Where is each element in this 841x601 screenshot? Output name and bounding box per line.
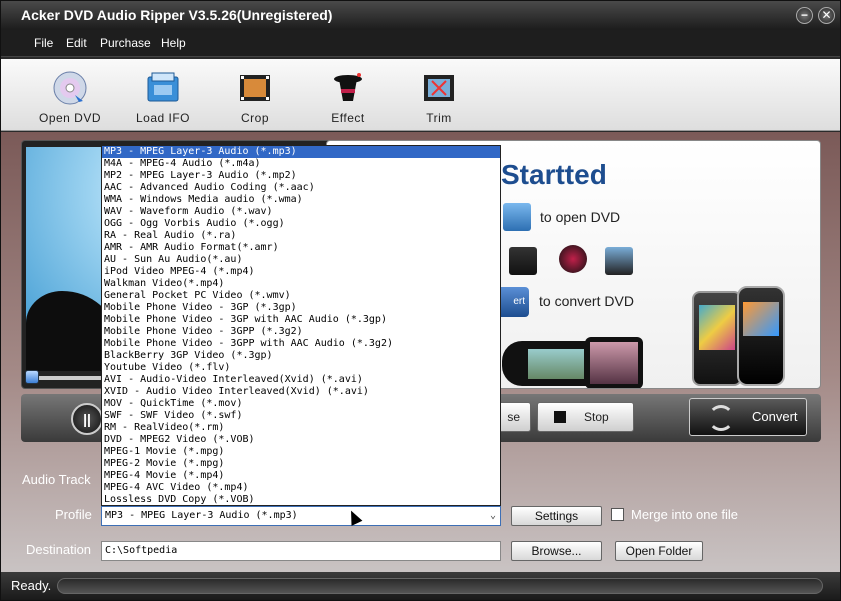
profile-option[interactable]: MP2 - MPEG Layer-3 Audio (*.mp2) xyxy=(102,170,500,182)
open-dvd-button[interactable]: Open DVD xyxy=(30,59,110,131)
profile-option[interactable]: MP3 - MPEG Layer-3 Audio (*.mp3) xyxy=(102,146,500,158)
crop-button[interactable]: Crop xyxy=(215,59,295,131)
settings-button[interactable]: Settings xyxy=(511,506,602,526)
profile-option[interactable]: AVI - Audio-Video Interleaved(Xvid) (*.a… xyxy=(102,374,500,386)
profile-option[interactable]: MPEG-4 AVC Video (*.mp4) xyxy=(102,482,500,494)
toolbar: Open DVD Load IFO Crop Effect Trim xyxy=(1,59,840,131)
profile-option[interactable]: M4A - MPEG-4 Audio (*.m4a) xyxy=(102,158,500,170)
open-dvd-label: Open DVD xyxy=(38,111,102,125)
profile-option[interactable]: AAC - Advanced Audio Coding (*.aac) xyxy=(102,182,500,194)
convert-label: Convert xyxy=(752,409,798,424)
getting-started-title: Startted xyxy=(501,159,607,190)
progress-bar xyxy=(57,578,823,594)
destination-label: Destination xyxy=(26,542,92,557)
profile-option[interactable]: AU - Sun Au Audio(*.au) xyxy=(102,254,500,266)
profile-option[interactable]: WMA - Windows Media audio (*.wma) xyxy=(102,194,500,206)
trim-button[interactable]: Trim xyxy=(399,59,479,131)
profile-option[interactable]: BlackBerry 3GP Video (*.3gp) xyxy=(102,350,500,362)
profile-selected-value: MP3 - MPEG Layer-3 Audio (*.mp3) xyxy=(105,510,298,521)
dvd-disc-icon xyxy=(51,69,89,107)
minimize-button[interactable]: − xyxy=(796,7,813,24)
profile-option[interactable]: WAV - Waveform Audio (*.wav) xyxy=(102,206,500,218)
close-button[interactable]: ✕ xyxy=(818,7,835,24)
app-window: Acker DVD Audio Ripper V3.5.26(Unregiste… xyxy=(0,0,841,601)
browse-button[interactable]: Browse... xyxy=(511,541,602,561)
merge-label: Merge into one file xyxy=(631,507,738,522)
stop-icon xyxy=(554,411,566,423)
film-crop-icon xyxy=(236,69,274,107)
destination-input[interactable]: C:\Softpedia xyxy=(101,541,501,561)
merge-checkbox[interactable] xyxy=(611,508,624,521)
stop-label: Stop xyxy=(584,410,609,424)
effect-button[interactable]: Effect xyxy=(308,59,388,131)
audio-track-label: Audio Track xyxy=(22,472,91,487)
magic-hat-icon xyxy=(559,245,587,273)
profile-option[interactable]: Mobile Phone Video - 3GP (*.3gp) xyxy=(102,302,500,314)
film-scissors-icon xyxy=(605,247,633,275)
status-bar: Ready. xyxy=(1,572,840,600)
profile-option[interactable]: Mobile Phone Video - 3GP with AAC Audio … xyxy=(102,314,500,326)
window-title: Acker DVD Audio Ripper V3.5.26(Unregiste… xyxy=(21,7,333,23)
profile-option[interactable]: Walkman Video(*.mp4) xyxy=(102,278,500,290)
profile-option[interactable]: Mobile Phone Video - 3GPP with AAC Audio… xyxy=(102,338,500,350)
menu-edit[interactable]: Edit xyxy=(66,36,87,50)
open-folder-button[interactable]: Open Folder xyxy=(615,541,703,561)
menu-purchase[interactable]: Purchase xyxy=(100,36,151,50)
title-bar[interactable]: Acker DVD Audio Ripper V3.5.26(Unregiste… xyxy=(1,1,840,30)
profile-option[interactable]: Mobile Phone Video - 3GPP (*.3g2) xyxy=(102,326,500,338)
status-text: Ready. xyxy=(11,578,52,593)
seek-track[interactable] xyxy=(29,376,109,380)
profile-option[interactable]: MOV - QuickTime (*.mov) xyxy=(102,398,500,410)
chevron-down-icon[interactable]: ⌄ xyxy=(490,507,496,525)
film-scissors-icon xyxy=(420,69,458,107)
ipod-device-image xyxy=(585,337,643,388)
profile-option[interactable]: SWF - SWF Video (*.swf) xyxy=(102,410,500,422)
phone-device-image xyxy=(692,291,742,386)
seek-slider[interactable] xyxy=(25,370,39,384)
magic-hat-icon xyxy=(329,69,367,107)
profile-option[interactable]: RA - Real Audio (*.ra) xyxy=(102,230,500,242)
effect-label: Effect xyxy=(331,111,365,125)
folder-icon xyxy=(503,203,531,231)
profile-option[interactable]: RM - RealVideo(*.rm) xyxy=(102,422,500,434)
profile-select[interactable]: MP3 - MPEG Layer-3 Audio (*.mp3) ⌄ xyxy=(101,506,501,526)
menu-help[interactable]: Help xyxy=(161,36,186,50)
stop-button[interactable]: Stop xyxy=(537,402,634,432)
profile-option[interactable]: DVD - MPEG2 Video (*.VOB) xyxy=(102,434,500,446)
profile-label: Profile xyxy=(55,507,92,522)
convert-hint-button: ert xyxy=(497,287,529,317)
blackberry-device-image xyxy=(737,286,785,386)
pause-play-button[interactable]: || xyxy=(71,403,103,435)
profile-option[interactable]: iPod Video MPEG-4 (*.mp4) xyxy=(102,266,500,278)
profile-option[interactable]: General Pocket PC Video (*.wmv) xyxy=(102,290,500,302)
menu-file[interactable]: File xyxy=(34,36,53,50)
trim-label: Trim xyxy=(426,111,452,125)
convert-dvd-hint: to convert DVD xyxy=(539,293,634,309)
profile-option[interactable]: MPEG-2 Movie (*.mpg) xyxy=(102,458,500,470)
convert-button[interactable]: Convert xyxy=(689,398,807,436)
profile-option[interactable]: Lossless DVD Copy (*.VOB) xyxy=(102,494,500,505)
menu-bar: File Edit Purchase Help xyxy=(1,30,840,57)
crop-label: Crop xyxy=(240,111,269,125)
load-ifo-label: Load IFO xyxy=(135,111,191,125)
profile-option[interactable]: MPEG-1 Movie (*.mpg) xyxy=(102,446,500,458)
load-ifo-button[interactable]: Load IFO xyxy=(123,59,203,131)
profile-option[interactable]: Youtube Video (*.flv) xyxy=(102,362,500,374)
open-dvd-hint: to open DVD xyxy=(540,209,621,225)
profile-option[interactable]: AMR - AMR Audio Format(*.amr) xyxy=(102,242,500,254)
profile-option[interactable]: XVID - Audio Video Interleaved(Xvid) (*.… xyxy=(102,386,500,398)
profile-option[interactable]: MPEG-4 Movie (*.mp4) xyxy=(102,470,500,482)
folder-icon xyxy=(144,69,182,107)
profile-dropdown-list[interactable]: MP3 - MPEG Layer-3 Audio (*.mp3) M4A - MP… xyxy=(101,145,501,506)
film-crop-icon xyxy=(509,247,537,275)
profile-option[interactable]: OGG - Ogg Vorbis Audio (*.ogg) xyxy=(102,218,500,230)
convert-refresh-icon xyxy=(708,405,734,431)
